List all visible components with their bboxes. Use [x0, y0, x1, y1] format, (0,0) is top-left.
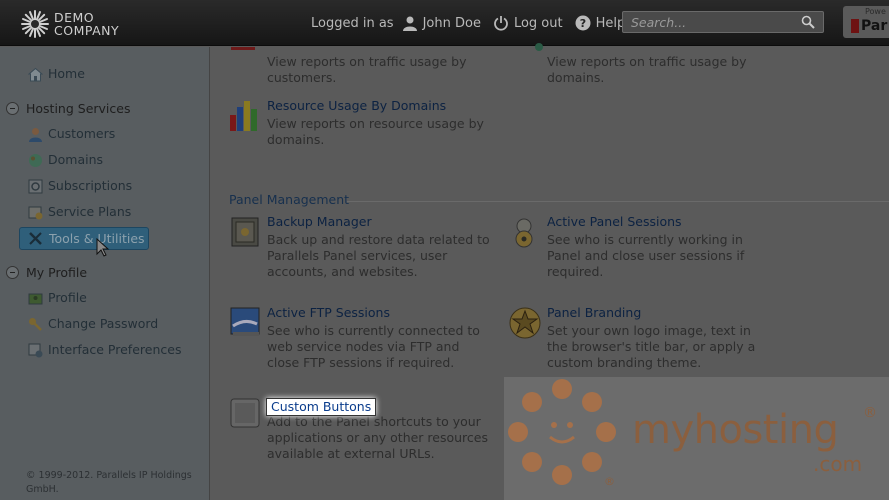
sidebar: Home Hosting Services Customers Domains … [0, 47, 210, 500]
search-icon[interactable] [801, 15, 815, 29]
active-panel-sessions-link[interactable]: Active Panel Sessions [547, 214, 682, 229]
customer-icon [29, 128, 42, 142]
tools-icon [29, 232, 42, 245]
sidebar-item-label: Service Plans [48, 204, 132, 219]
svg-text:?: ? [579, 17, 585, 30]
brand-line-2: COMPANY [54, 23, 120, 38]
session-lock-icon [515, 218, 533, 248]
user-icon [402, 16, 417, 31]
custom-buttons-link[interactable]: Custom Buttons [266, 398, 377, 416]
section-title: My Profile [26, 265, 88, 280]
item-description: Back up and restore data related to Para… [267, 232, 490, 279]
item-description: See who is currently working in Panel an… [547, 232, 745, 279]
myhosting-watermark: myhosting .com ® ® [504, 377, 889, 500]
search-input[interactable] [623, 12, 793, 32]
company-logo[interactable]: DEMO COMPANY [20, 9, 140, 39]
item-description: Set your own logo image, text in the bro… [547, 323, 756, 370]
sidebar-item-subscriptions[interactable]: Subscriptions [0, 176, 210, 196]
resource-usage-link[interactable]: Resource Usage By Domains [267, 98, 446, 113]
sidebar-item-label: Customers [48, 126, 116, 141]
section-my-profile[interactable]: My Profile [6, 263, 206, 283]
panel-branding-link[interactable]: Panel Branding [547, 305, 641, 320]
sidebar-item-label: Change Password [48, 316, 159, 331]
sidebar-item-change-password[interactable]: Change Password [0, 314, 210, 334]
power-icon [494, 16, 508, 31]
powered-by-badge[interactable]: Powe Par [843, 6, 889, 38]
powered-by-label: Powe [865, 7, 886, 16]
powered-by-logo-text: Par [861, 18, 888, 34]
user-name-link[interactable]: John Doe [423, 16, 481, 31]
help-icon: ? [575, 15, 591, 31]
traffic-globe-icon [535, 43, 543, 51]
key-icon [29, 318, 42, 331]
section-title: Hosting Services [26, 101, 131, 116]
sidebar-item-interface-preferences[interactable]: Interface Preferences [0, 340, 210, 360]
item-description: See who is currently connected to web se… [267, 323, 480, 370]
sidebar-item-customers[interactable]: Customers [0, 124, 210, 144]
section-hosting-services[interactable]: Hosting Services [6, 99, 206, 119]
sidebar-item-service-plans[interactable]: Service Plans [0, 202, 210, 222]
subscriptions-icon [28, 179, 43, 194]
service-plans-icon [28, 206, 43, 220]
ftp-icon [230, 307, 260, 336]
safe-icon [231, 217, 259, 247]
copyright-line-1: © 1999-2012. Parallels IP Holdings [26, 470, 192, 481]
user-area: Logged in as John Doe Log out ? Help [311, 14, 625, 32]
section-title-panel-management: Panel Management [229, 192, 350, 207]
item-description: Add to the Panel shortcuts to your appli… [267, 414, 489, 461]
logout-link[interactable]: Log out [514, 16, 563, 31]
copyright-line-2: GmbH. [26, 484, 59, 495]
item-description: View reports on traffic usage by domains… [547, 54, 747, 85]
traffic-report-icon [231, 47, 255, 50]
star-badge-icon [509, 307, 541, 339]
custom-button-icon [230, 398, 260, 428]
watermark-registered-mark: ® [863, 405, 877, 421]
sidebar-item-tools-utilities[interactable]: Tools & Utilities [19, 227, 149, 250]
preferences-icon [28, 343, 43, 358]
top-bar: DEMO COMPANY Logged in as John Doe Log o… [0, 0, 889, 46]
bar-chart-icon [230, 101, 257, 131]
watermark-registered-mark-small: ® [604, 475, 615, 488]
sidebar-item-label: Subscriptions [48, 178, 133, 193]
backup-manager-link[interactable]: Backup Manager [267, 214, 372, 229]
help-link[interactable]: Help [596, 16, 626, 31]
parallels-logo-icon [851, 19, 859, 33]
sidebar-item-label: Interface Preferences [48, 342, 182, 357]
sidebar-item-label: Profile [48, 290, 87, 305]
item-description: View reports on traffic usage by custome… [267, 54, 467, 85]
active-ftp-sessions-link[interactable]: Active FTP Sessions [267, 305, 390, 320]
brand-name: DEMO COMPANY [54, 11, 119, 37]
home-icon [28, 67, 43, 82]
globe-icon [29, 154, 42, 167]
logged-in-label: Logged in as [311, 15, 394, 31]
collapse-toggle-icon[interactable] [6, 102, 19, 115]
watermark-suffix: .com [813, 452, 863, 476]
sidebar-item-profile[interactable]: Profile [0, 288, 210, 308]
sidebar-item-home[interactable]: Home [0, 64, 210, 84]
sidebar-item-label: Home [48, 66, 85, 81]
section-divider [347, 201, 889, 202]
item-description: View reports on resource usage by domain… [267, 116, 484, 147]
search-box [622, 11, 824, 33]
collapse-toggle-icon[interactable] [6, 266, 19, 279]
copyright: © 1999-2012. Parallels IP Holdings GmbH. [26, 469, 206, 497]
sidebar-item-domains[interactable]: Domains [0, 150, 210, 170]
logo-burst-icon [21, 10, 49, 38]
sidebar-item-label: Domains [48, 152, 104, 167]
watermark-brand: myhosting [632, 407, 839, 453]
profile-card-icon [28, 293, 43, 305]
mouse-cursor-icon [96, 238, 110, 257]
